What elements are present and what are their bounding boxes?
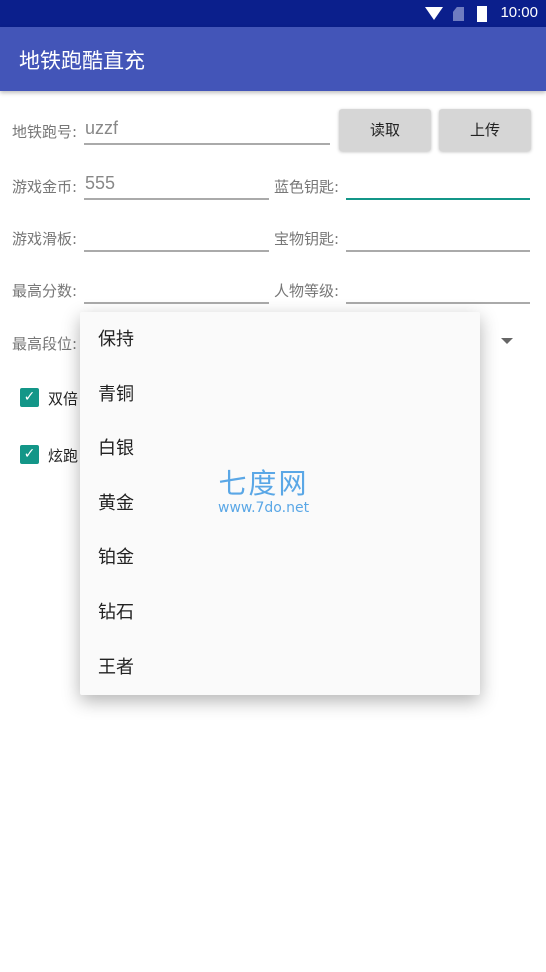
high-score-label: 最高分数: <box>12 282 78 300</box>
app-title: 地铁跑酷直充 <box>19 49 145 73</box>
menu-item[interactable]: 钻石 <box>80 586 480 641</box>
checkbox-double[interactable]: ✓ <box>20 388 39 407</box>
character-level-label: 人物等级: <box>274 282 340 300</box>
menu-item[interactable]: 保持 <box>80 313 480 368</box>
no-sim-icon <box>453 7 464 21</box>
clock: 10:00 <box>500 4 538 21</box>
character-level-input[interactable] <box>346 274 530 304</box>
watermark-title: 七度网 <box>218 467 309 500</box>
read-button[interactable]: 读取 <box>339 109 431 151</box>
app-bar: 地铁跑酷直充 <box>0 27 546 91</box>
coins-label: 游戏金币: <box>12 178 78 196</box>
treasure-keys-label: 宝物钥匙: <box>274 230 340 248</box>
coins-input[interactable]: 555 <box>84 170 269 200</box>
menu-item[interactable]: 王者 <box>80 641 480 696</box>
account-label: 地铁跑号: <box>12 123 78 141</box>
checkbox-double-label: 双倍 <box>48 390 79 408</box>
wifi-icon <box>425 7 443 20</box>
max-rank-label: 最高段位: <box>12 335 78 353</box>
skateboards-label: 游戏滑板: <box>12 230 78 248</box>
checkbox-flash[interactable]: ✓ <box>20 445 39 464</box>
dropdown-arrow-icon[interactable] <box>501 338 513 344</box>
treasure-keys-input[interactable] <box>346 222 530 252</box>
battery-icon <box>477 6 487 22</box>
checkbox-flash-label: 炫跑 <box>48 447 79 465</box>
status-bar: 10:00 <box>0 0 546 27</box>
watermark-url: www.7do.net <box>218 500 310 516</box>
upload-button[interactable]: 上传 <box>439 109 531 151</box>
account-input[interactable]: uzzf <box>84 115 330 145</box>
menu-item[interactable]: 青铜 <box>80 368 480 423</box>
watermark: 七度网 www.7do.net <box>218 462 309 516</box>
menu-item[interactable]: 铂金 <box>80 531 480 586</box>
skateboards-input[interactable] <box>84 222 269 252</box>
high-score-input[interactable] <box>84 274 269 304</box>
blue-keys-input[interactable] <box>346 170 530 200</box>
blue-keys-label: 蓝色钥匙: <box>274 178 340 196</box>
